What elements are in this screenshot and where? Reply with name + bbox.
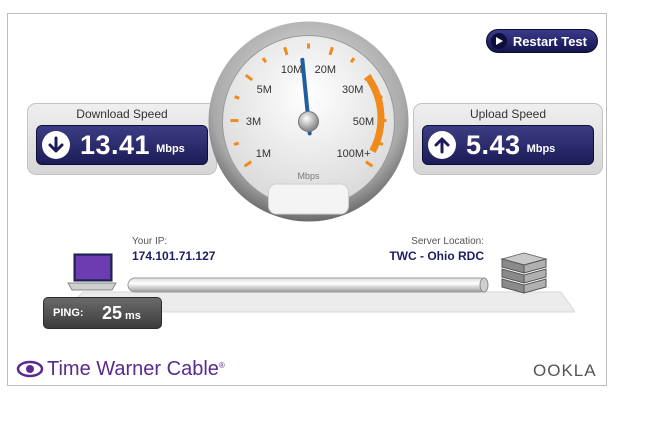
restart-label: Restart Test bbox=[512, 33, 587, 49]
gauge-hub bbox=[298, 111, 319, 132]
download-unit: Mbps bbox=[156, 143, 185, 155]
upload-value: 5.43 bbox=[466, 129, 521, 160]
ip-value: 174.101.71.127 bbox=[132, 249, 216, 263]
connection-pipe bbox=[127, 277, 489, 293]
gauge-tick-label: 1M bbox=[256, 148, 271, 160]
server-location-value: TWC - Ohio RDC bbox=[389, 249, 484, 263]
laptop-icon bbox=[67, 253, 117, 291]
arrow-down-icon bbox=[42, 131, 70, 159]
gauge-tick-label: 30M bbox=[342, 84, 363, 96]
gauge-tick bbox=[377, 141, 384, 146]
ping-value: 25 bbox=[102, 303, 123, 323]
download-readout: 13.41 Mbps bbox=[36, 125, 208, 165]
brand-name: Time Warner Cable bbox=[47, 357, 219, 380]
gauge-tick bbox=[233, 141, 240, 146]
download-speed-panel: Download Speed 13.41 Mbps bbox=[27, 103, 217, 175]
download-value: 13.41 bbox=[80, 129, 151, 160]
time-warner-cable-logo: Time Warner Cable ® bbox=[16, 354, 225, 384]
upload-readout: 5.43 Mbps bbox=[422, 125, 594, 165]
speedtest-panel: Restart Test Download Speed 13.41 Mbps U… bbox=[7, 13, 607, 386]
gauge-tick-label: 20M bbox=[315, 64, 336, 76]
upload-unit: Mbps bbox=[526, 143, 556, 155]
server-icon bbox=[500, 252, 548, 294]
ping-unit: ms bbox=[125, 310, 141, 322]
gauge-tick-label: 10M bbox=[281, 64, 302, 76]
restart-icon bbox=[490, 33, 507, 49]
gauge-tick-label: 5M bbox=[257, 84, 272, 96]
ping-label: PING: bbox=[53, 307, 84, 319]
restart-test-button[interactable]: Restart Test bbox=[485, 29, 598, 53]
ip-label: Your IP: bbox=[132, 236, 168, 247]
gauge-tick-label: 100M+ bbox=[337, 148, 371, 160]
gauge-tick-label: 50M bbox=[353, 116, 374, 128]
gauge-unit-label: Mbps bbox=[297, 171, 320, 181]
arrow-up-icon bbox=[428, 131, 456, 159]
server-location-label: Server Location: bbox=[411, 236, 484, 247]
brand-registered-mark: ® bbox=[218, 360, 225, 370]
gauge-tick-label: 3M bbox=[246, 116, 261, 128]
brand-eye-icon bbox=[16, 360, 44, 378]
gauge-readout-window bbox=[268, 183, 349, 215]
gauge-tick bbox=[234, 95, 240, 100]
upload-title: Upload Speed bbox=[469, 107, 547, 121]
ookla-logo: OOKLA bbox=[533, 361, 597, 380]
gauge-tick bbox=[377, 95, 383, 100]
download-title: Download Speed bbox=[76, 107, 168, 121]
speed-gauge: 1M 3M 5M 10M 20M 30M 50M 100M+ Mbps bbox=[208, 21, 409, 222]
ping-readout: PING: 25 ms bbox=[43, 297, 162, 329]
upload-speed-panel: Upload Speed 5.43 Mbps bbox=[413, 103, 603, 175]
